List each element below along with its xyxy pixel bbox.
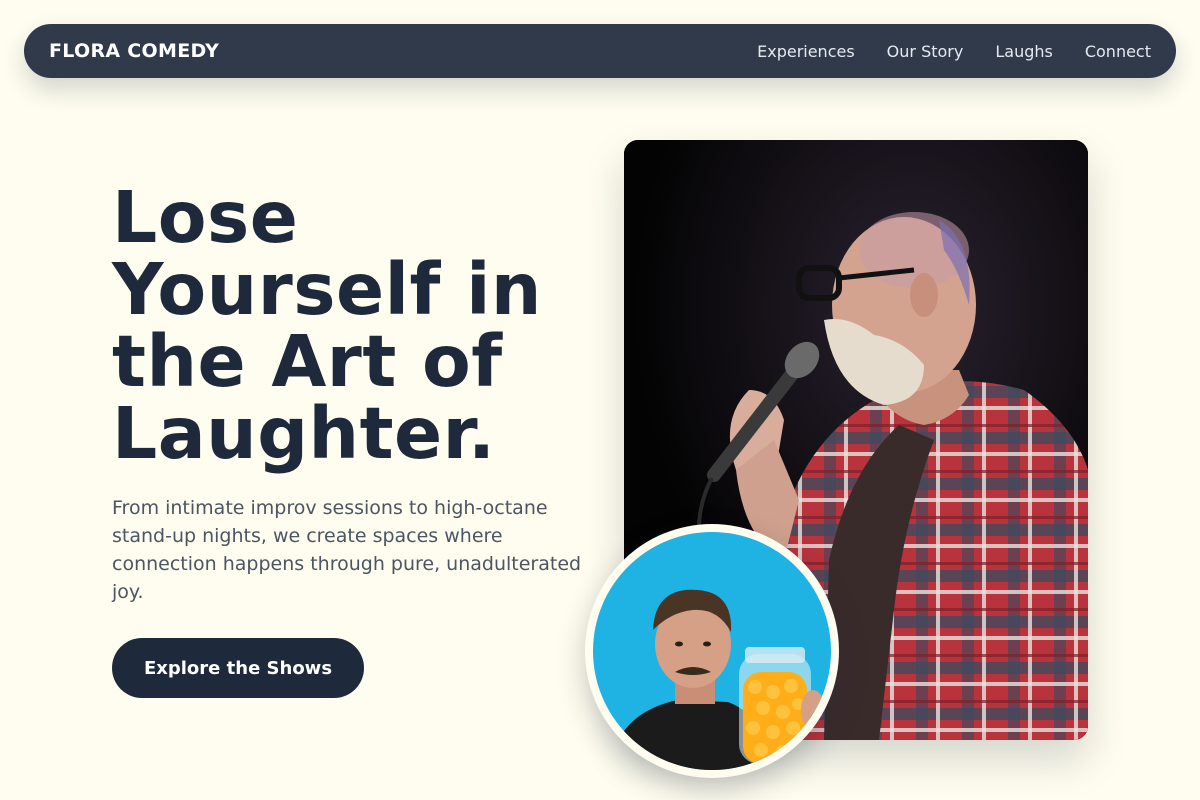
inset-photo-frame [593, 532, 831, 770]
nav-link-experiences[interactable]: Experiences [757, 42, 855, 61]
comedian-candy-jar-image [593, 532, 831, 770]
brand-logo[interactable]: FLORA COMEDY [49, 40, 219, 62]
top-navigation: FLORA COMEDY Experiences Our Story Laugh… [24, 24, 1176, 78]
hero-subtext: From intimate improv sessions to high-oc… [112, 497, 582, 603]
hero-headline: Lose Yourself in the Art of Laughter. [112, 176, 542, 475]
explore-shows-button[interactable]: Explore the Shows [112, 638, 364, 698]
landing-page: FLORA COMEDY Experiences Our Story Laugh… [0, 0, 1200, 800]
nav-link-connect[interactable]: Connect [1085, 42, 1151, 61]
nav-link-laughs[interactable]: Laughs [995, 42, 1053, 61]
nav-link-our-story[interactable]: Our Story [887, 42, 964, 61]
nav-links: Experiences Our Story Laughs Connect [725, 42, 1151, 61]
inset-comedian-photo [585, 524, 839, 778]
